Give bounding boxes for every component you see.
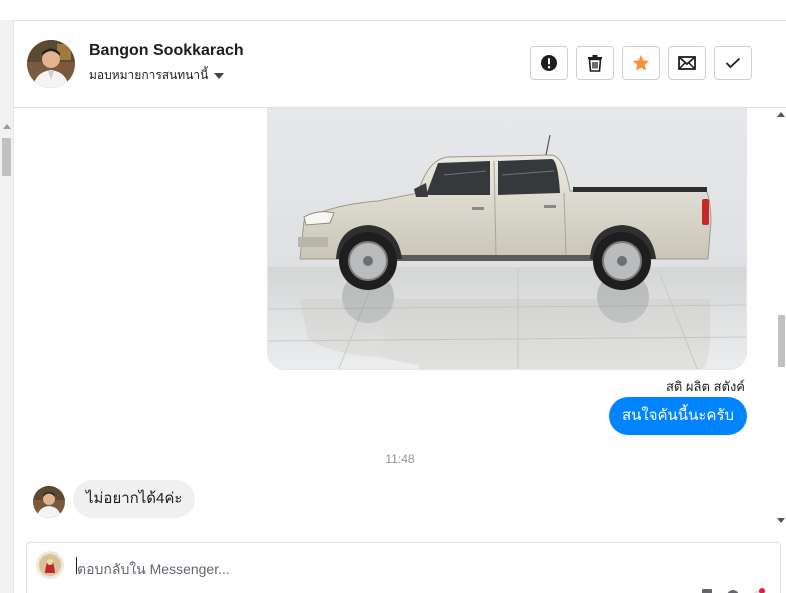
- star-button[interactable]: [622, 46, 660, 80]
- star-icon: [633, 55, 649, 71]
- pickup-truck-photo[interactable]: [267, 108, 747, 370]
- page-scrollbar[interactable]: [0, 20, 14, 593]
- caret-down-icon: [214, 72, 225, 79]
- scroll-down-icon[interactable]: [777, 518, 785, 523]
- checkmark-icon: [725, 57, 741, 69]
- alert-circle-icon: [541, 55, 557, 71]
- trash-icon: [588, 55, 602, 72]
- inbox-window: Bangon Sookkarach มอบหมายการสนทนานี้ สติ…: [0, 0, 786, 593]
- contact-name[interactable]: Bangon Sookkarach: [89, 42, 244, 60]
- mark-done-button[interactable]: [714, 46, 752, 80]
- conversation-actions: [530, 46, 752, 80]
- thread-scrollbar[interactable]: [776, 108, 786, 532]
- delete-button[interactable]: [576, 46, 614, 80]
- reply-composer[interactable]: ตอบกลับใน Messenger...: [26, 542, 781, 593]
- message-thread: สติ ผลิต สตังค์ สนใจคันนี้นะครับ 11:48 ไ…: [14, 108, 776, 532]
- composer-toolbar: [700, 587, 766, 593]
- page-scrollbar-thumb[interactable]: [2, 138, 11, 176]
- spam-button[interactable]: [530, 46, 568, 80]
- envelope-icon: [678, 56, 696, 70]
- sender-label: สติ ผลิต สตังค์: [665, 379, 745, 394]
- reply-input[interactable]: ตอบกลับใน Messenger...: [77, 559, 230, 581]
- customer-avatar[interactable]: [33, 486, 65, 518]
- thread-scrollbar-thumb[interactable]: [778, 315, 785, 367]
- scroll-up-icon[interactable]: [777, 112, 785, 117]
- saved-reply-icon[interactable]: [752, 587, 766, 593]
- assign-conversation-dropdown[interactable]: มอบหมายการสนทนานี้: [89, 66, 225, 85]
- contact-avatar[interactable]: [27, 40, 75, 88]
- outgoing-message[interactable]: สนใจคันนี้นะครับ: [609, 397, 747, 435]
- incoming-message[interactable]: ไม่อยากได้4ค่ะ: [73, 480, 196, 518]
- attachment-icon[interactable]: [700, 587, 714, 593]
- top-strip: [0, 0, 786, 21]
- message-timestamp: 11:48: [385, 452, 415, 466]
- page-avatar: [36, 551, 64, 579]
- conversation-header: Bangon Sookkarach มอบหมายการสนทนานี้: [14, 21, 786, 108]
- assign-label: มอบหมายการสนทนานี้: [89, 68, 209, 82]
- scroll-up-arrow-icon[interactable]: [3, 124, 11, 129]
- mark-unread-button[interactable]: [668, 46, 706, 80]
- emoji-icon[interactable]: [726, 587, 740, 593]
